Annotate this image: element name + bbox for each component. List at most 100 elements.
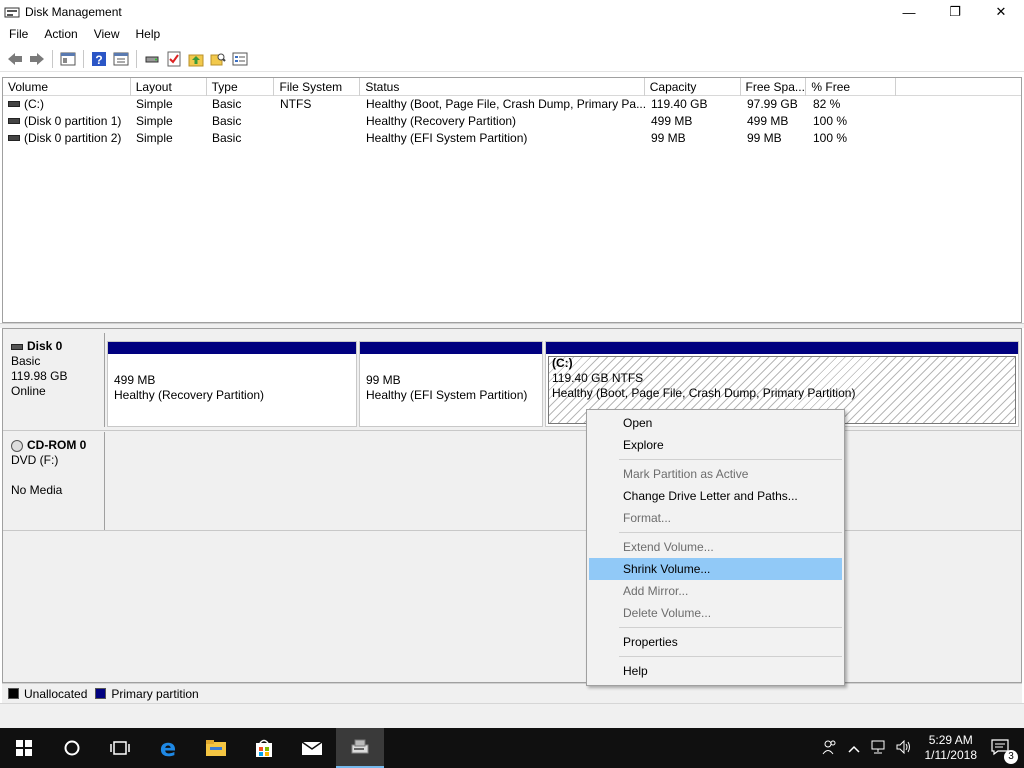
disk-management-icon	[4, 7, 20, 18]
column-file-system[interactable]: File System	[274, 78, 361, 96]
menu-item-mark-active: Mark Partition as Active	[623, 467, 749, 481]
edge-browser-icon[interactable]: e	[144, 728, 192, 768]
people-icon[interactable]	[817, 739, 843, 758]
search-circle-icon[interactable]	[48, 728, 96, 768]
cdrom-0-label[interactable]: CD-ROM 0 DVD (F:) No Media	[3, 432, 105, 530]
percent-free-cell: 100 %	[813, 131, 848, 145]
file-system-cell	[275, 130, 361, 147]
volume-name: (C:)	[24, 97, 44, 111]
column-empty	[896, 78, 1021, 96]
file-system-cell	[275, 113, 361, 130]
menu-item-add-mirror: Add Mirror...	[623, 584, 689, 598]
file-explorer-icon[interactable]	[192, 728, 240, 768]
menu-view[interactable]: View	[87, 27, 127, 41]
disk-0-type: Basic	[11, 354, 41, 368]
layout-cell: Simple	[136, 114, 173, 128]
menu-item-properties[interactable]: Properties	[589, 631, 842, 653]
status-cell: Healthy (EFI System Partition)	[366, 131, 528, 145]
menu-separator	[619, 627, 842, 628]
legend: Unallocated Primary partition	[2, 683, 1022, 703]
help-icon[interactable]: ?	[88, 48, 110, 70]
volume-name: (Disk 0 partition 1)	[24, 114, 122, 128]
menu-item-change-drive-letter[interactable]: Change Drive Letter and Paths...	[589, 485, 842, 507]
partition-status: Healthy (EFI System Partition)	[366, 388, 528, 402]
menu-action[interactable]: Action	[37, 27, 84, 41]
partition-size: 499 MB	[114, 373, 156, 387]
free-space-cell: 499 MB	[747, 114, 789, 128]
disk-management-taskbar-icon[interactable]	[336, 728, 384, 768]
layout-cell: Simple	[136, 131, 173, 145]
clock[interactable]: 5:29 AM 1/11/2018	[917, 733, 986, 763]
disk-icon	[11, 343, 23, 350]
column-type[interactable]: Type	[207, 78, 275, 96]
table-row[interactable]: (Disk 0 partition 1) Simple Basic Health…	[3, 113, 1021, 130]
volume-icon	[8, 117, 20, 124]
column-capacity[interactable]: Capacity	[645, 78, 741, 96]
capacity-cell: 99 MB	[651, 131, 686, 145]
partition-recovery[interactable]: 499 MB Healthy (Recovery Partition)	[107, 341, 357, 427]
disk-0-label[interactable]: Disk 0 Basic 119.98 GB Online	[3, 333, 105, 427]
column-percent-free[interactable]: % Free	[806, 78, 897, 96]
search-folder-icon[interactable]	[207, 48, 229, 70]
column-free-space[interactable]: Free Spa...	[741, 78, 807, 96]
taskbar: e 5:29 AM 1/11/2018 3	[0, 728, 1024, 768]
table-row[interactable]: (C:) Simple Basic NTFS Healthy (Boot, Pa…	[3, 96, 1021, 113]
cdrom-0-name: CD-ROM 0	[27, 438, 87, 452]
menu-item-extend-volume: Extend Volume...	[623, 540, 714, 554]
menu-item-open[interactable]: Open	[589, 412, 842, 434]
svg-text:?: ?	[95, 53, 102, 67]
type-cell: Basic	[212, 97, 242, 111]
menu-item-shrink-volume[interactable]: Shrink Volume...	[589, 558, 842, 580]
checklist-icon[interactable]	[163, 48, 185, 70]
network-icon[interactable]	[865, 740, 891, 757]
partition-efi[interactable]: 99 MB Healthy (EFI System Partition)	[359, 341, 543, 427]
partition-status: Healthy (Boot, Page File, Crash Dump, Pr…	[552, 386, 856, 400]
type-cell: Basic	[212, 114, 242, 128]
disk-0-size: 119.98 GB	[11, 369, 68, 383]
store-icon[interactable]	[240, 728, 288, 768]
capacity-cell: 499 MB	[651, 114, 693, 128]
volume-icon	[8, 134, 20, 141]
percent-free-cell: 82 %	[813, 97, 841, 111]
table-row[interactable]: (Disk 0 partition 2) Simple Basic Health…	[3, 130, 1021, 147]
clock-time: 5:29 AM	[928, 733, 973, 747]
partition-label: (C:)	[552, 356, 573, 370]
column-layout[interactable]: Layout	[131, 78, 207, 96]
mail-icon[interactable]	[288, 728, 336, 768]
chevron-up-icon[interactable]	[843, 741, 865, 756]
title-bar: Disk Management — ❐ ✕	[0, 0, 1024, 24]
unallocated-swatch	[8, 688, 19, 699]
volume-list-header: Volume Layout Type File System Status Ca…	[3, 78, 1021, 96]
menu-item-explore[interactable]: Explore	[589, 434, 842, 456]
menu-file[interactable]: File	[2, 27, 35, 41]
menu-separator	[619, 459, 842, 460]
volume-name: (Disk 0 partition 2)	[24, 131, 122, 145]
disk-divider	[3, 430, 1021, 431]
close-button[interactable]: ✕	[978, 0, 1024, 24]
action-center-icon[interactable]: 3	[985, 738, 1024, 764]
column-status[interactable]: Status	[360, 78, 645, 96]
start-windows-icon[interactable]	[0, 728, 48, 768]
minimize-button[interactable]: —	[886, 0, 932, 24]
menu-separator	[619, 656, 842, 657]
task-view-icon[interactable]	[96, 728, 144, 768]
notification-count-badge: 3	[1004, 749, 1018, 764]
forward-arrow-icon[interactable]	[26, 48, 48, 70]
toolbar-separator	[52, 49, 53, 68]
menu-item-help[interactable]: Help	[589, 660, 842, 682]
back-arrow-icon[interactable]	[4, 48, 26, 70]
maximize-button[interactable]: ❐	[932, 0, 978, 24]
volume-speaker-icon[interactable]	[891, 739, 917, 757]
connect-disk-icon[interactable]	[141, 48, 163, 70]
console-tree-icon[interactable]	[57, 48, 79, 70]
cd-icon	[11, 439, 23, 452]
properties-icon[interactable]	[110, 48, 132, 70]
percent-free-cell: 100 %	[813, 114, 848, 128]
menu-item-format: Format...	[623, 511, 672, 525]
capacity-cell: 119.40 GB	[651, 97, 708, 111]
column-volume[interactable]: Volume	[3, 78, 131, 96]
list-view-icon[interactable]	[229, 48, 251, 70]
menu-help[interactable]: Help	[129, 27, 168, 41]
folder-up-icon[interactable]	[185, 48, 207, 70]
svg-text:e: e	[160, 737, 176, 759]
